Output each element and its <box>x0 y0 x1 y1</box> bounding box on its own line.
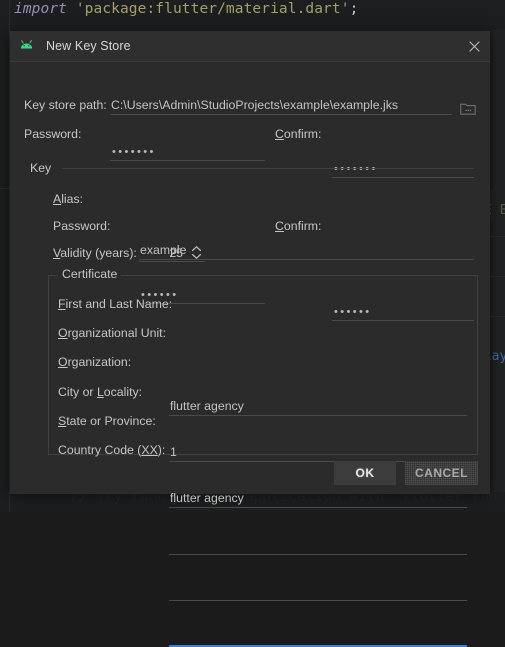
folder-browse-icon[interactable] <box>460 102 476 116</box>
keystore-path-row: Key store path: <box>24 98 107 112</box>
keystore-confirm-value: ••••••• <box>334 163 378 175</box>
cert-org-unit-value: 1 <box>170 445 177 459</box>
cert-country-code-input[interactable] <box>169 630 467 647</box>
key-validity-row: Validity (years): <box>53 246 137 260</box>
close-icon[interactable] <box>464 36 484 56</box>
cert-state-label: State or Province: <box>58 414 156 428</box>
dialog-title: New Key Store <box>46 39 131 53</box>
code-line-import: import 'package:flutter/material.dart'; <box>14 1 358 17</box>
cert-first-last-name-row: First and Last Name: <box>58 297 172 311</box>
key-confirm-row: Confirm: <box>275 219 321 233</box>
key-confirm-label: Confirm: <box>275 219 322 233</box>
keystore-confirm-input[interactable]: ••••••• <box>332 161 474 178</box>
keystore-path-input[interactable]: C:\Users\Admin\StudioProjects\example\ex… <box>110 98 452 115</box>
cert-org-unit-label: Organizational Unit: <box>58 326 167 340</box>
cert-organization-row: Organization: <box>58 355 131 369</box>
cert-first-last-name-label: First and Last Name: <box>58 297 173 311</box>
cert-org-unit-input[interactable]: 1 <box>169 445 467 462</box>
cert-organization-value: flutter agency <box>170 491 244 505</box>
cert-city-label: City or Locality: <box>58 385 143 399</box>
android-icon <box>20 39 33 49</box>
certificate-legend: Certificate <box>58 267 122 281</box>
editor-gutter <box>0 0 10 512</box>
cert-city-input[interactable] <box>169 538 467 555</box>
code-keyword: import <box>14 1 67 17</box>
cert-organization-input[interactable]: flutter agency <box>169 491 467 508</box>
code-punctuation: ; <box>349 1 359 17</box>
ok-button[interactable]: OK <box>334 461 396 485</box>
cert-state-input[interactable] <box>169 584 467 601</box>
key-password-row: Password: <box>53 219 110 233</box>
new-key-store-dialog: New Key Store Key store path: C:\Users\A… <box>10 31 490 647</box>
keystore-password-value: ••••••• <box>112 146 156 158</box>
cert-country-code-row: Country Code (XX): <box>58 443 165 457</box>
dialog-body: Key store path: C:\Users\Admin\StudioPro… <box>10 62 490 647</box>
bg-panel-right <box>493 30 505 492</box>
bg-divider-left <box>0 188 10 189</box>
key-validity-stepper[interactable]: 25 <box>139 244 205 262</box>
spinner-updown-icon[interactable] <box>190 244 203 261</box>
cert-org-unit-row: Organizational Unit: <box>58 326 166 340</box>
key-alias-row: Alias: <box>53 192 83 206</box>
keystore-password-row: Password: <box>24 127 81 141</box>
cert-country-code-label: Country Code (XX): <box>58 443 166 457</box>
keystore-confirm-label: Confirm: <box>275 127 322 141</box>
cancel-button[interactable]: CANCEL <box>405 461 478 485</box>
screen: import 'package:flutter/material.dart'; … <box>0 0 505 647</box>
keystore-password-label: Password: <box>24 127 82 141</box>
code-string: 'package:flutter/material.dart' <box>75 1 350 17</box>
key-group-label: Key <box>26 161 56 175</box>
key-validity-label: Validity (years): <box>53 246 137 260</box>
keystore-password-input[interactable]: ••••••• <box>110 144 265 161</box>
cert-city-row: City or Locality: <box>58 385 142 399</box>
keystore-confirm-row: Confirm: <box>275 127 321 141</box>
keystore-path-value: C:\Users\Admin\StudioProjects\example\ex… <box>111 98 399 112</box>
key-group-rule <box>62 168 474 169</box>
cert-organization-label: Organization: <box>58 355 132 369</box>
cert-first-last-name-value: flutter agency <box>170 399 244 413</box>
key-alias-label: Alias: <box>53 192 84 206</box>
keystore-path-label: Key store path: <box>24 98 107 112</box>
cert-state-row: State or Province: <box>58 414 156 428</box>
cert-first-last-name-input[interactable]: flutter agency <box>169 399 467 416</box>
dialog-titlebar: New Key Store <box>10 31 490 62</box>
key-validity-value: 25 <box>169 246 183 260</box>
key-password-label: Password: <box>53 219 111 233</box>
